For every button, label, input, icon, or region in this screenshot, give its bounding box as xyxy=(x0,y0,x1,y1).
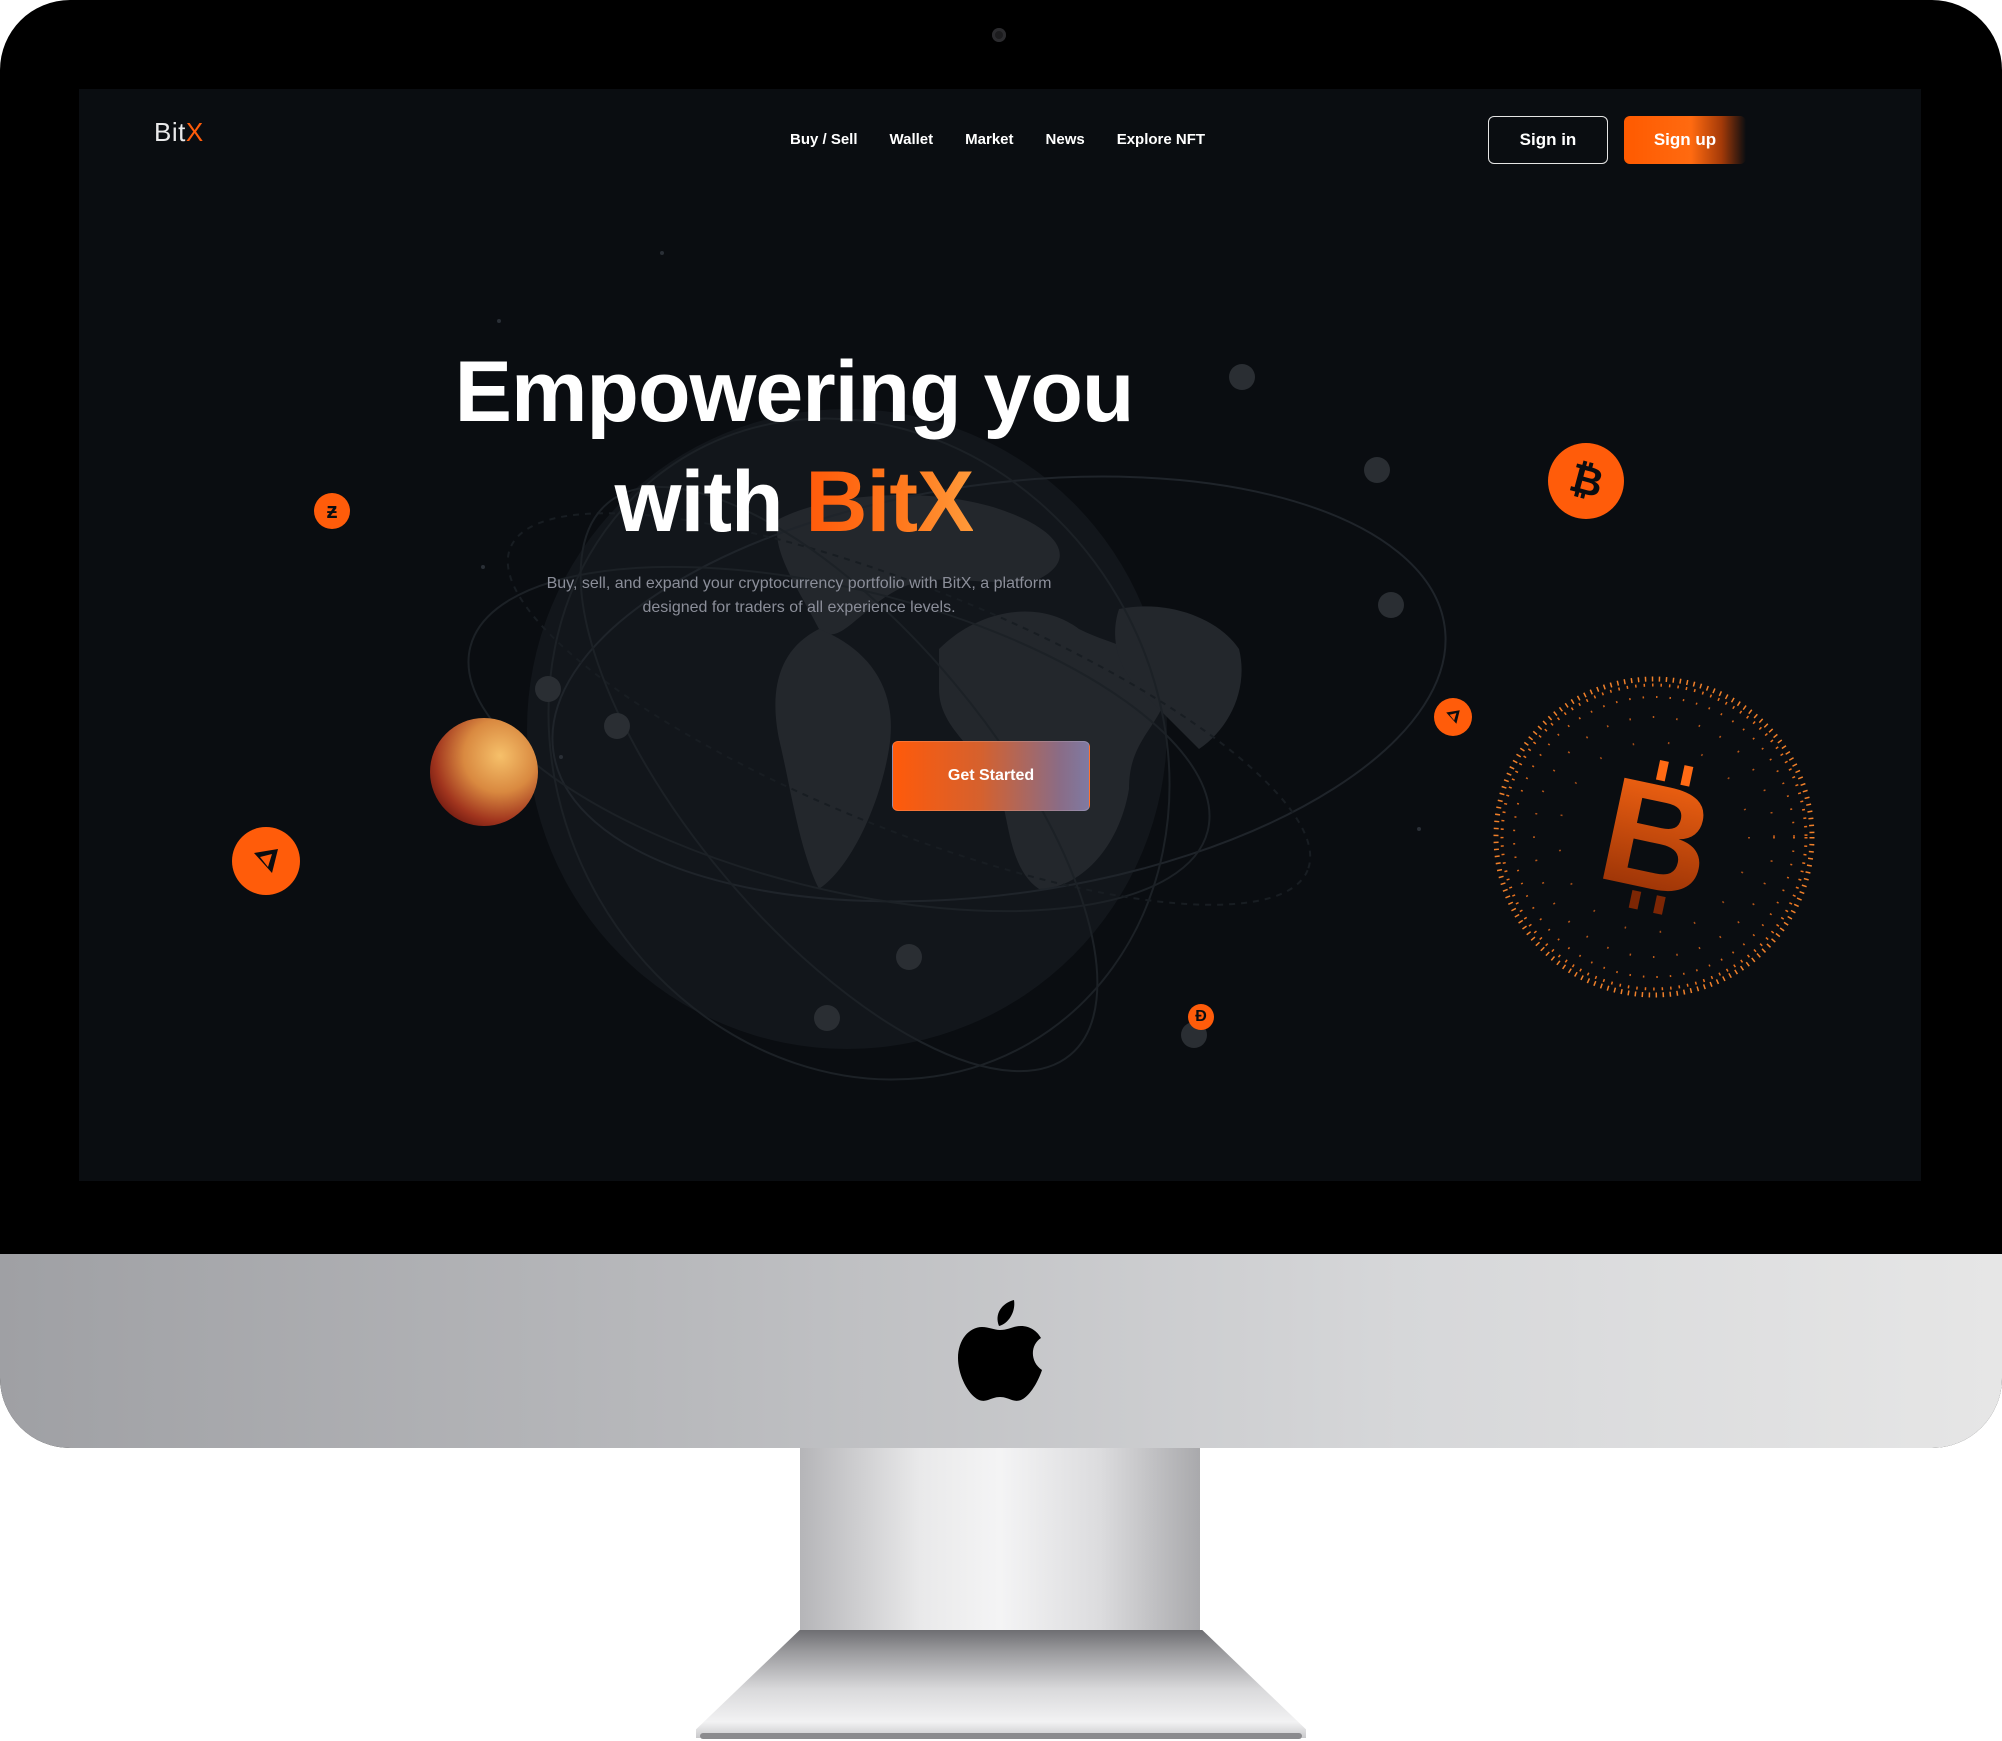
bitcoin-icon: ₿ xyxy=(1548,443,1624,519)
zcash-icon: ƶ xyxy=(314,493,350,529)
imac-stand-shadow xyxy=(700,1733,1302,1739)
imac-stand-foot xyxy=(696,1630,1306,1738)
nav-item-news[interactable]: News xyxy=(1046,131,1085,148)
hero-title-line2: with BitX xyxy=(359,447,1229,557)
get-started-button[interactable]: Get Started xyxy=(892,741,1090,811)
sign-up-button[interactable]: Sign up xyxy=(1624,116,1746,164)
nav-item-market[interactable]: Market xyxy=(965,131,1013,148)
hero-title-prefix: with xyxy=(614,454,806,550)
imac-stand-neck xyxy=(800,1448,1200,1638)
nav-item-buy-sell[interactable]: Buy / Sell xyxy=(790,131,858,148)
nav-item-explore-nft[interactable]: Explore NFT xyxy=(1117,131,1205,148)
nav-item-wallet[interactable]: Wallet xyxy=(890,131,934,148)
sign-in-button[interactable]: Sign in xyxy=(1488,116,1608,164)
hero-subtitle-line1: Buy, sell, and expand your cryptocurrenc… xyxy=(546,575,1052,592)
hero-subtitle-line2: designed for traders of all experience l… xyxy=(642,599,956,616)
hero-title: Empowering you with BitX xyxy=(359,337,1229,557)
main-nav: Buy / Sell Wallet Market News Explore NF… xyxy=(790,131,1205,148)
apple-logo-icon xyxy=(958,1300,1042,1401)
camera-icon xyxy=(992,28,1006,42)
planet-sphere xyxy=(430,718,538,826)
screen: B ₿ ƶ Ð BitX Buy / Sell Wallet Market Ne… xyxy=(79,89,1921,1181)
hero-title-brand: BitX xyxy=(805,454,974,550)
hero-title-line1: Empowering you xyxy=(454,344,1135,440)
brand-logo[interactable]: BitX xyxy=(154,117,204,148)
logo-text: Bit xyxy=(154,117,186,147)
ethereum-icon xyxy=(232,827,300,895)
ethereum-small-icon xyxy=(1434,698,1472,736)
dash-icon: Ð xyxy=(1188,1004,1214,1030)
hero-subtitle: Buy, sell, and expand your cryptocurrenc… xyxy=(499,572,1099,620)
bitcoin-particle-sphere: B xyxy=(1493,676,1815,998)
background-globe-illustration: B xyxy=(430,251,1815,1081)
logo-accent: X xyxy=(185,117,204,147)
